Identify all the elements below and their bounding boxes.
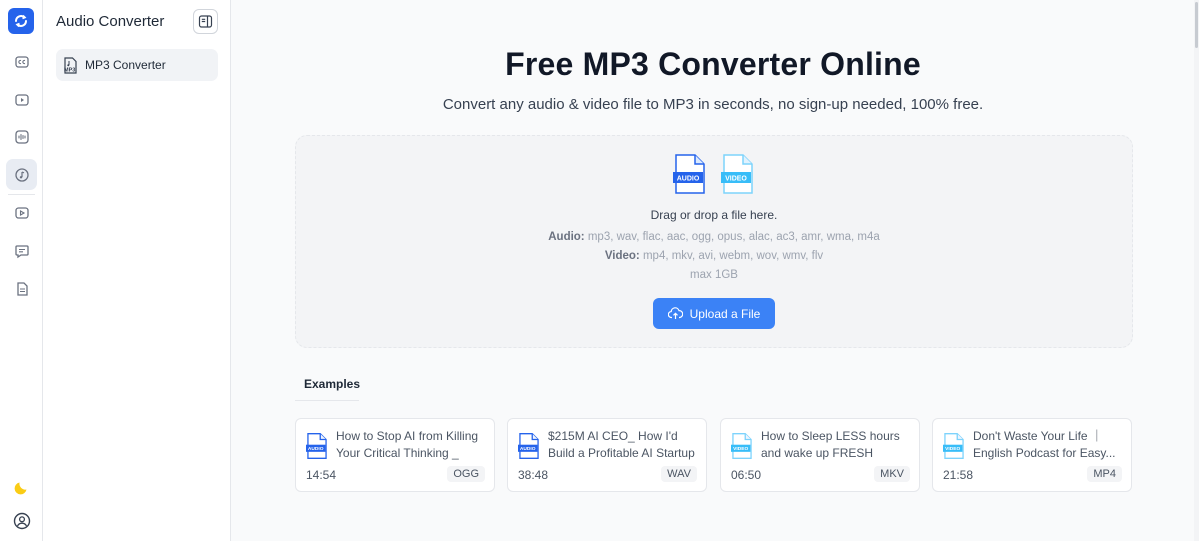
chat-icon <box>14 244 29 258</box>
page-title: Free MP3 Converter Online <box>505 46 921 82</box>
audio-formats: Audio: mp3, wav, flac, aac, ogg, opus, a… <box>296 231 1132 243</box>
example-title: $215M AI CEO_ How I'd Build a Profitable… <box>548 429 695 460</box>
example-format-badge: WAV <box>661 466 697 482</box>
svg-text:AUDIO: AUDIO <box>520 446 536 452</box>
audio-file-icon: AUDIO <box>673 154 705 194</box>
rail-item-mp3[interactable] <box>6 159 37 190</box>
sidebar-item-mp3-converter[interactable]: MP3 MP3 Converter <box>56 49 218 81</box>
video-play-icon <box>14 93 29 106</box>
examples-tabs: Examples <box>295 372 1133 401</box>
mp3-file-icon: MP3 <box>64 56 77 74</box>
rail-item-captions[interactable] <box>6 46 37 77</box>
sidebar-toggle-button[interactable] <box>193 9 218 34</box>
user-icon <box>13 512 30 529</box>
app-title: Audio Converter <box>56 13 165 30</box>
example-title: Don't Waste Your Life ｜ English Podcast … <box>973 429 1116 460</box>
account-button[interactable] <box>6 505 37 536</box>
svg-text:AUDIO: AUDIO <box>308 446 324 452</box>
example-title: How to Sleep LESS hours and wake up FRES… <box>761 429 900 460</box>
file-type-icons: AUDIO VIDEO <box>673 154 755 194</box>
max-file-size: max 1GB <box>690 269 738 281</box>
drag-drop-text: Drag or drop a file here. <box>650 208 778 222</box>
file-dropzone[interactable]: AUDIO VIDEO Drag or drop a file here. Au… <box>295 135 1133 348</box>
scrollbar-thumb[interactable] <box>1195 2 1198 48</box>
example-duration: 21:58 <box>943 468 974 482</box>
video-audio-icon <box>14 206 29 219</box>
example-format-badge: MP4 <box>1087 466 1122 482</box>
sidebar-item-label: MP3 Converter <box>85 58 166 72</box>
example-format-badge: OGG <box>447 466 485 482</box>
document-icon <box>16 281 28 296</box>
audio-formats-list: mp3, wav, flac, aac, ogg, opus, alac, ac… <box>587 231 880 243</box>
example-card[interactable]: AUDIO $215M AI CEO_ How I'd Build a Profi… <box>507 418 707 492</box>
upload-button-label: Upload a File <box>689 306 761 321</box>
svg-text:VIDEO: VIDEO <box>945 446 960 452</box>
video-file-icon: VIDEO <box>943 433 964 459</box>
svg-text:MP3: MP3 <box>64 67 75 73</box>
svg-text:VIDEO: VIDEO <box>725 176 747 183</box>
example-card[interactable]: AUDIO How to Stop AI from Killing Your Cr… <box>295 418 495 492</box>
rail-item-document[interactable] <box>6 273 37 304</box>
example-card[interactable]: VIDEO How to Sleep LESS hours and wake up… <box>720 418 920 492</box>
upload-file-button[interactable]: Upload a File <box>653 298 775 329</box>
svg-text:VIDEO: VIDEO <box>733 446 748 452</box>
svg-text:AUDIO: AUDIO <box>677 176 700 183</box>
scrollbar-track[interactable] <box>1194 0 1199 541</box>
video-file-icon: VIDEO <box>731 433 752 459</box>
audio-file-icon: AUDIO <box>306 433 327 459</box>
audio-formats-label: Audio: <box>548 231 585 243</box>
rail-item-video-audio[interactable] <box>6 197 37 228</box>
main-content: Free MP3 Converter Online Convert any au… <box>232 0 1194 541</box>
rail-item-chat[interactable] <box>6 235 37 266</box>
example-duration: 06:50 <box>731 468 762 482</box>
example-duration: 14:54 <box>306 468 337 482</box>
example-title: How to Stop AI from Killing Your Critica… <box>336 429 479 460</box>
audio-file-icon: AUDIO <box>518 433 539 459</box>
app-logo[interactable] <box>8 8 34 34</box>
cloud-upload-icon <box>667 307 683 319</box>
video-formats-list: mp4, mkv, avi, webm, wov, wmv, flv <box>642 250 824 262</box>
video-formats: Video: mp4, mkv, avi, webm, wov, wmv, fl… <box>296 250 1132 262</box>
icon-rail <box>0 0 43 541</box>
example-duration: 38:48 <box>518 468 549 482</box>
sidebar-panel-icon <box>198 15 213 28</box>
tab-examples[interactable]: Examples <box>304 377 360 391</box>
sidebar: Audio Converter MP3 MP3 Converter <box>43 0 231 541</box>
cc-icon <box>14 55 29 68</box>
moon-icon <box>14 482 26 494</box>
example-card[interactable]: VIDEO Don't Waste Your Life ｜ English Pod… <box>932 418 1132 492</box>
video-file-icon: VIDEO <box>721 154 753 194</box>
tab-divider <box>295 400 359 401</box>
refresh-logo-icon <box>15 14 27 28</box>
rail-item-video[interactable] <box>6 84 37 115</box>
video-formats-label: Video: <box>604 250 640 262</box>
example-format-badge: MKV <box>874 466 910 482</box>
audio-wave-icon <box>14 129 29 144</box>
page-subtitle: Convert any audio & video file to MP3 in… <box>442 96 984 113</box>
music-note-icon <box>14 167 29 182</box>
rail-item-audio[interactable] <box>6 121 37 152</box>
theme-toggle[interactable] <box>6 471 37 502</box>
